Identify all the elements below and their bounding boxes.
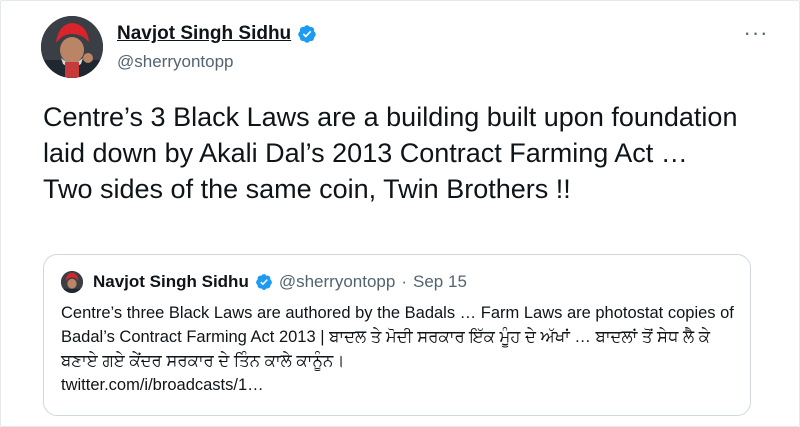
quoted-tweet[interactable]: Navjot Singh Sidhu @sherryontopp · Sep 1… [43, 254, 751, 416]
verified-badge-icon [255, 273, 273, 291]
quoted-tweet-link[interactable]: twitter.com/i/broadcasts/1… [61, 376, 264, 394]
tweet-header: Navjot Singh Sidhu @sherryontopp ··· [41, 16, 771, 80]
tweet-text: Centre’s 3 Black Laws are a building bui… [43, 102, 738, 204]
quoted-tweet-header: Navjot Singh Sidhu @sherryontopp · Sep 1… [61, 271, 467, 293]
quoted-avatar [61, 271, 83, 293]
tweet-card: Navjot Singh Sidhu @sherryontopp ··· Cen… [0, 0, 800, 427]
author-row: Navjot Singh Sidhu [117, 22, 317, 46]
more-horizontal-icon: ··· [743, 20, 769, 45]
more-options-button[interactable]: ··· [741, 18, 771, 48]
author-block: Navjot Singh Sidhu @sherryontopp [117, 22, 317, 72]
avatar-image [41, 16, 103, 78]
quoted-tweet-body: Centre’s three Black Laws are authored b… [61, 304, 734, 370]
author-handle[interactable]: @sherryontopp [117, 52, 317, 72]
quoted-author-display-name: Navjot Singh Sidhu [93, 272, 249, 291]
verified-badge-icon [297, 24, 317, 44]
quoted-author-handle: @sherryontopp [278, 272, 396, 291]
meta-separator: · [401, 272, 408, 291]
quoted-tweet-text: Centre’s three Black Laws are authored b… [61, 301, 741, 397]
quoted-tweet-date[interactable]: Sep 15 [413, 272, 467, 292]
author-display-name[interactable]: Navjot Singh Sidhu [117, 23, 291, 45]
avatar[interactable] [41, 16, 103, 78]
